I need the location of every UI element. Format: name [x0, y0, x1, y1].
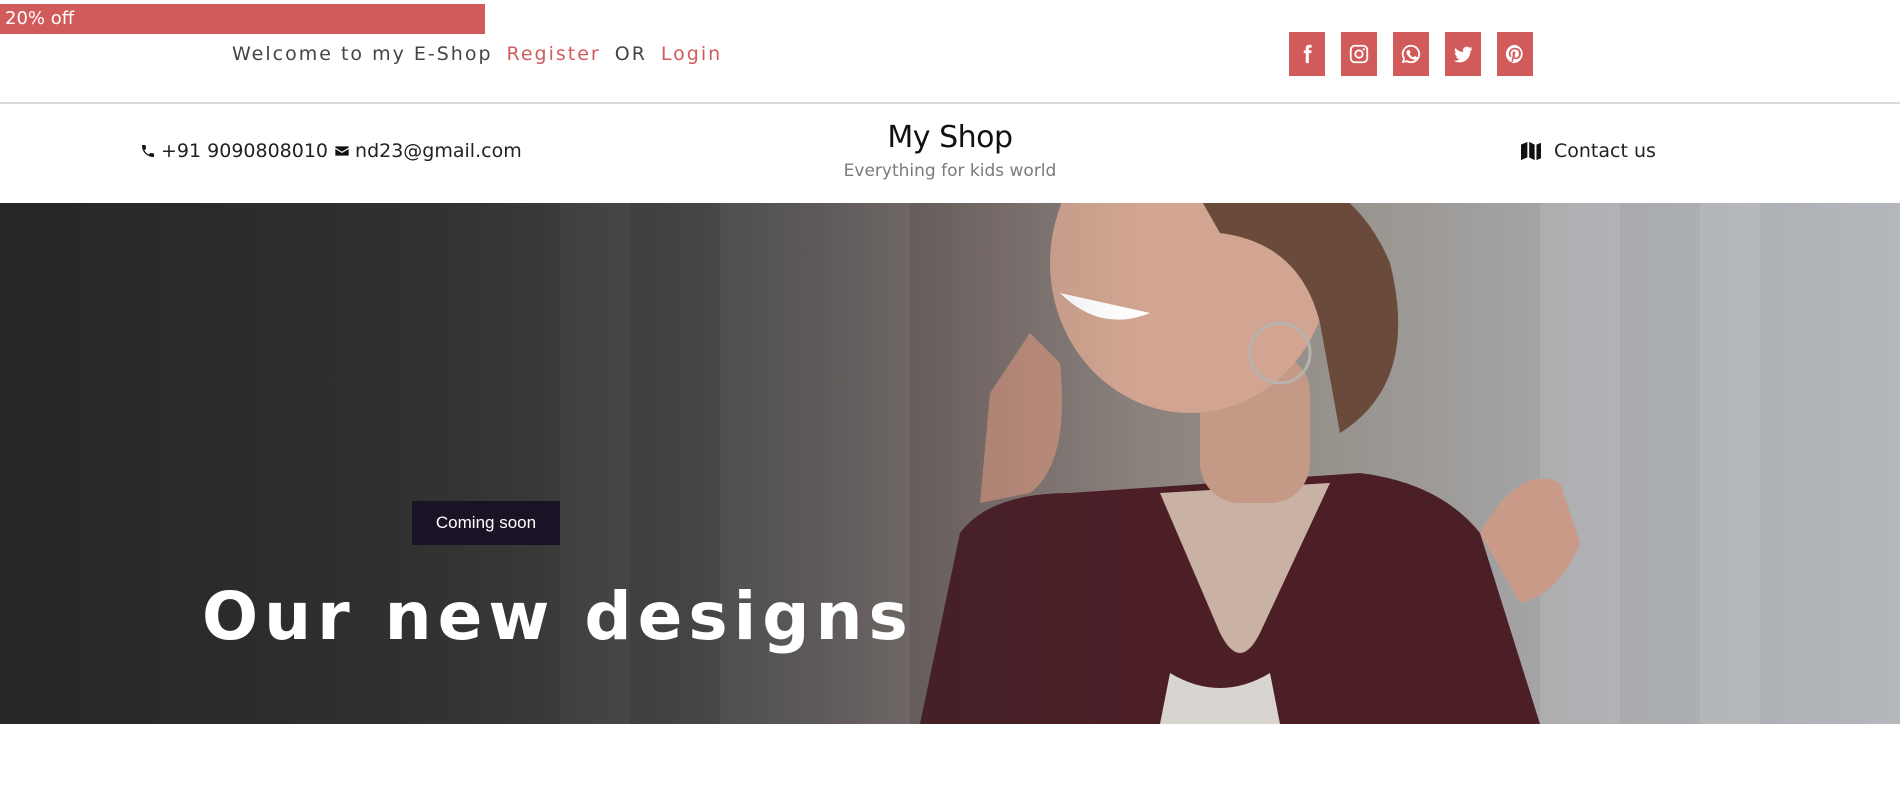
- phone-number: +91 9090808010: [161, 140, 329, 162]
- social-links: [1289, 32, 1533, 76]
- contact-us-label: Contact us: [1554, 140, 1656, 162]
- email-item[interactable]: nd23@gmail.com: [334, 140, 522, 162]
- whatsapp-button[interactable]: [1393, 32, 1429, 76]
- twitter-button[interactable]: [1445, 32, 1481, 76]
- coming-soon-button[interactable]: Coming soon: [412, 501, 560, 545]
- welcome-text: Welcome to my E-Shop: [232, 43, 493, 65]
- brand-subtitle: Everything for kids world: [843, 161, 1057, 181]
- envelope-icon: [335, 146, 349, 156]
- instagram-button[interactable]: [1341, 32, 1377, 76]
- header-divider: [0, 102, 1900, 104]
- instagram-icon: [1349, 44, 1369, 64]
- welcome-bar: Welcome to my E-Shop Register OR Login: [232, 40, 722, 68]
- twitter-icon: [1453, 46, 1473, 63]
- map-icon: [1521, 141, 1541, 161]
- pinterest-icon: [1505, 44, 1523, 64]
- whatsapp-icon: [1401, 44, 1421, 64]
- or-text: OR: [614, 43, 647, 65]
- login-link[interactable]: Login: [661, 43, 722, 65]
- promo-banner: 20% off: [0, 4, 485, 34]
- hero-title: Our new designs: [202, 578, 914, 655]
- facebook-icon: [1303, 44, 1312, 64]
- pinterest-button[interactable]: [1497, 32, 1533, 76]
- phone-item[interactable]: +91 9090808010: [140, 140, 328, 162]
- register-link[interactable]: Register: [507, 43, 601, 65]
- facebook-button[interactable]: [1289, 32, 1325, 76]
- email-address: nd23@gmail.com: [355, 140, 522, 162]
- contact-us-link[interactable]: Contact us: [1520, 140, 1656, 162]
- phone-icon: [142, 145, 154, 157]
- contact-info: +91 9090808010 nd23@gmail.com: [140, 140, 522, 162]
